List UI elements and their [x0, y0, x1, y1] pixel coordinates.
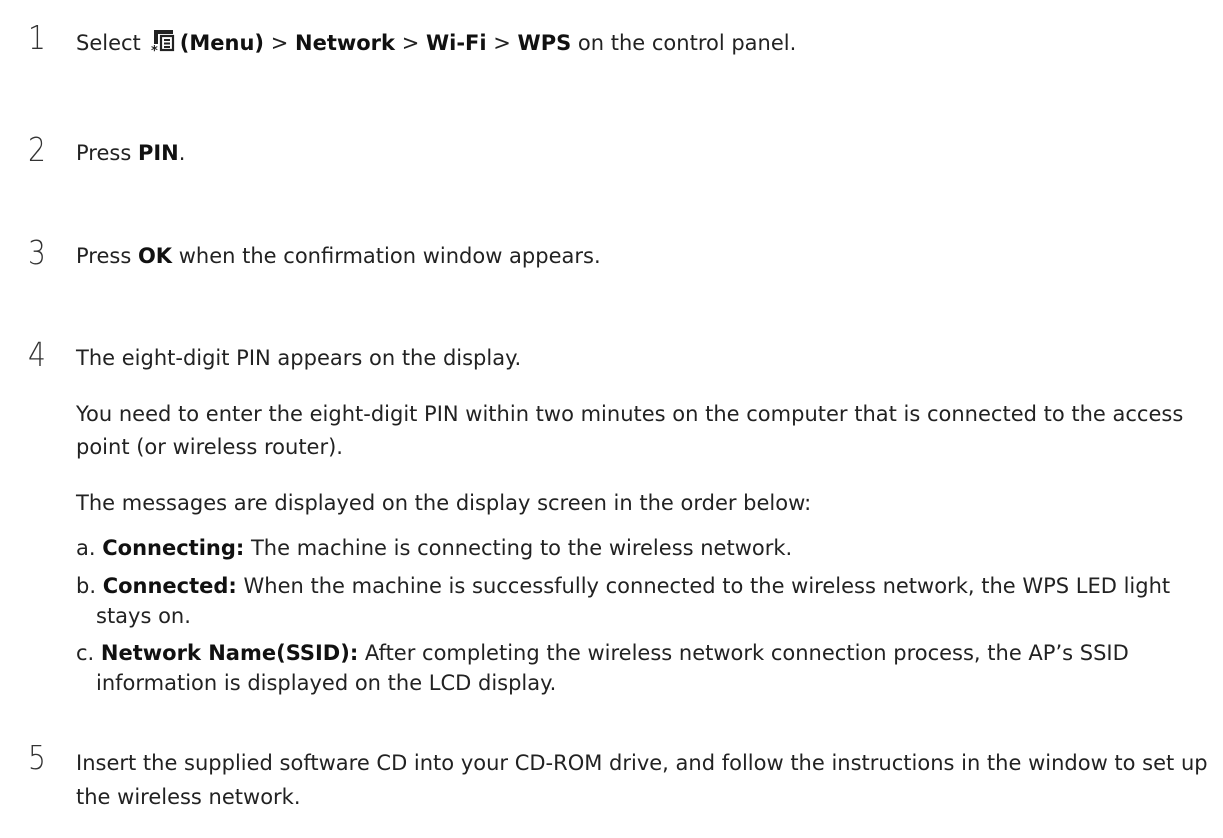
separator: > — [395, 31, 426, 55]
list-marker: a. — [76, 536, 103, 560]
list-term: Network Name(SSID): — [100, 641, 359, 665]
wps-label: WPS — [517, 31, 572, 55]
list-marker: b. — [76, 574, 103, 598]
list-marker: c. — [76, 641, 101, 665]
step-text: Press PIN. — [76, 140, 185, 166]
svg-text:*: * — [151, 44, 158, 56]
step-text: Select * (Menu) > Network > Wi-Fi > WPS … — [76, 28, 797, 59]
step-pre-text: Press — [76, 244, 138, 268]
step-number: 5 — [28, 738, 46, 777]
step-text: The eight-digit PIN appears on the displ… — [76, 346, 522, 370]
list-item: c. Network Name(SSID): After completing … — [76, 638, 1216, 698]
menu-label: (Menu) — [179, 31, 265, 55]
step-post-text: when the confirmation window appears. — [172, 244, 601, 268]
network-label: Network — [295, 31, 396, 55]
list-item: a. Connecting: The machine is connecting… — [76, 533, 1216, 563]
list-term: Connected: — [102, 574, 237, 598]
step-number: 2 — [28, 130, 46, 169]
step-pre-text: Press — [76, 141, 138, 165]
list-desc: The machine is connecting to the wireles… — [244, 536, 793, 560]
select-text: Select — [76, 31, 141, 55]
separator: > — [264, 31, 295, 55]
step-rest-text: on the control panel. — [571, 31, 797, 55]
separator: > — [486, 31, 518, 55]
step-text: Insert the supplied software CD into you… — [76, 751, 1208, 809]
step-4-paragraph-2: The messages are displayed on the displa… — [76, 491, 812, 515]
step-text: Press OK when the confirmation window ap… — [76, 243, 601, 269]
ok-label: OK — [137, 244, 173, 268]
step-post-text: . — [178, 141, 186, 165]
wifi-label: Wi-Fi — [425, 31, 487, 55]
step-number: 3 — [28, 233, 46, 272]
step-4-paragraph-1: You need to enter the eight-digit PIN wi… — [76, 402, 1184, 459]
step-number: 4 — [28, 335, 46, 374]
list-desc: When the machine is successfully connect… — [96, 574, 1171, 628]
step-number: 1 — [28, 18, 46, 57]
menu-icon: * — [149, 28, 177, 59]
pin-label: PIN — [137, 141, 179, 165]
list-item: b. Connected: When the machine is succes… — [76, 571, 1216, 631]
list-term: Connecting: — [102, 536, 245, 560]
